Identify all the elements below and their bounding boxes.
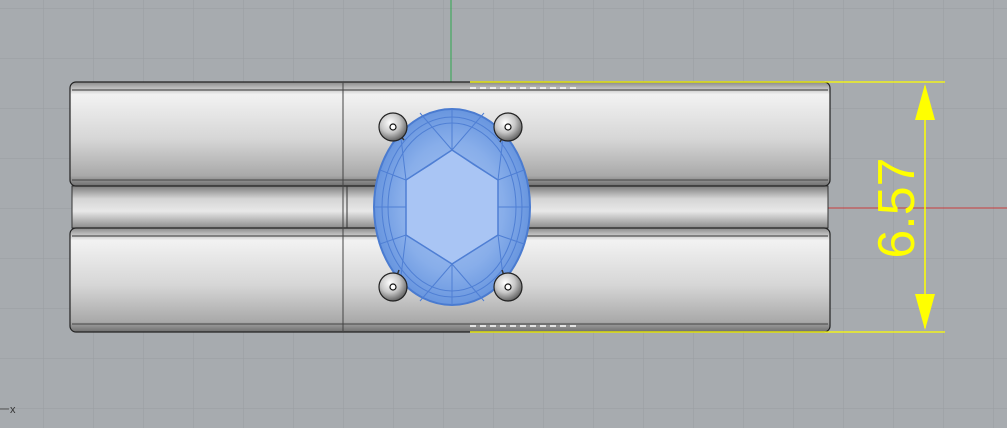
dimension-value: 6.57 xyxy=(868,157,926,258)
prong-top-right[interactable] xyxy=(493,112,523,143)
prong-top-left[interactable] xyxy=(378,112,408,142)
axis-triad-label: x xyxy=(10,404,16,416)
viewport-front[interactable]: 6.57 x xyxy=(0,0,1007,428)
viewport-canvas[interactable]: 6.57 x xyxy=(0,0,1007,428)
